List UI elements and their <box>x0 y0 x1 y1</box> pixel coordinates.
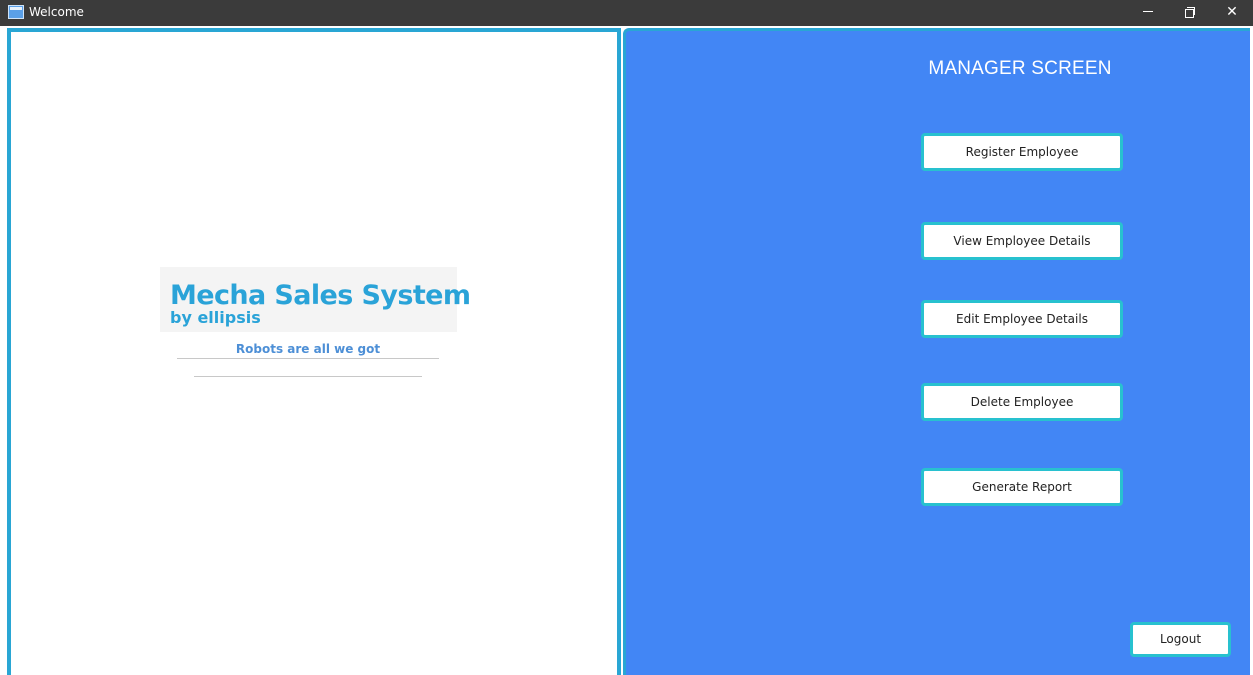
logo: Mecha Sales System by ellipsis <box>160 267 471 332</box>
register-employee-button[interactable]: Register Employee <box>921 133 1123 171</box>
delete-employee-button[interactable]: Delete Employee <box>921 383 1123 421</box>
window-title: Welcome <box>29 5 84 19</box>
tagline: Robots are all we got <box>235 342 381 356</box>
divider-bottom <box>194 376 422 377</box>
manager-panel <box>623 28 1250 675</box>
restore-button[interactable] <box>1170 0 1210 26</box>
logo-subtitle: by ellipsis <box>170 308 261 327</box>
logo-title: Mecha Sales System <box>170 280 471 311</box>
edit-employee-details-button[interactable]: Edit Employee Details <box>921 300 1123 338</box>
app-window-icon <box>8 5 24 19</box>
restore-icon <box>1185 6 1195 18</box>
screen-title: MANAGER SCREEN <box>928 58 1112 79</box>
window-titlebar: Welcome ✕ <box>0 0 1253 26</box>
view-employee-details-button[interactable]: View Employee Details <box>921 222 1123 260</box>
minimize-icon <box>1143 11 1153 12</box>
close-icon: ✕ <box>1226 4 1238 20</box>
close-button[interactable]: ✕ <box>1212 0 1252 26</box>
divider-top <box>177 358 439 359</box>
logout-button[interactable]: Logout <box>1130 622 1231 657</box>
generate-report-button[interactable]: Generate Report <box>921 468 1123 506</box>
minimize-button[interactable] <box>1128 0 1168 26</box>
